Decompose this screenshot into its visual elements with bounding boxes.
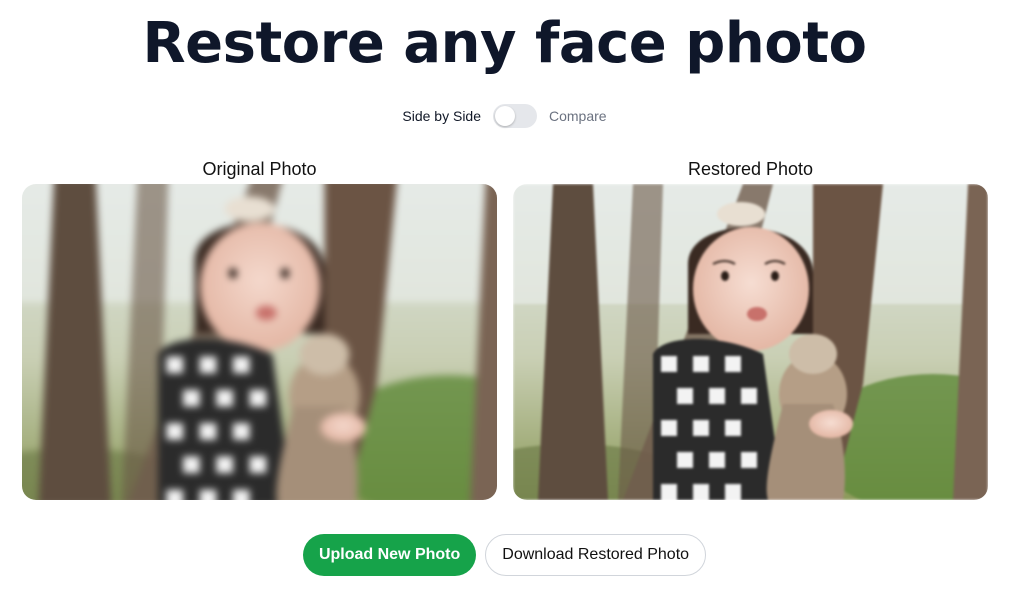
restored-photo-image: [513, 184, 988, 500]
view-toggle-row: Side by Side Compare: [0, 104, 1009, 128]
restored-photo: [513, 184, 988, 500]
restored-photo-panel: Restored Photo: [513, 156, 988, 500]
upload-new-photo-button[interactable]: Upload New Photo: [302, 534, 477, 576]
view-mode-toggle[interactable]: [493, 104, 537, 128]
page: Restore any face photo Side by Side Comp…: [0, 0, 1009, 591]
original-photo-heading: Original Photo: [202, 159, 317, 179]
side-by-side-label[interactable]: Side by Side: [402, 108, 481, 124]
original-photo-image: [22, 184, 497, 500]
action-buttons: Upload New Photo Download Restored Photo: [0, 534, 1009, 576]
original-photo: [22, 184, 497, 500]
toggle-knob: [495, 106, 515, 126]
page-title: Restore any face photo: [142, 11, 867, 76]
download-restored-photo-button[interactable]: Download Restored Photo: [485, 534, 707, 576]
original-photo-panel: Original Photo: [22, 156, 497, 500]
compare-label[interactable]: Compare: [549, 108, 607, 124]
restored-photo-heading: Restored Photo: [687, 159, 814, 179]
